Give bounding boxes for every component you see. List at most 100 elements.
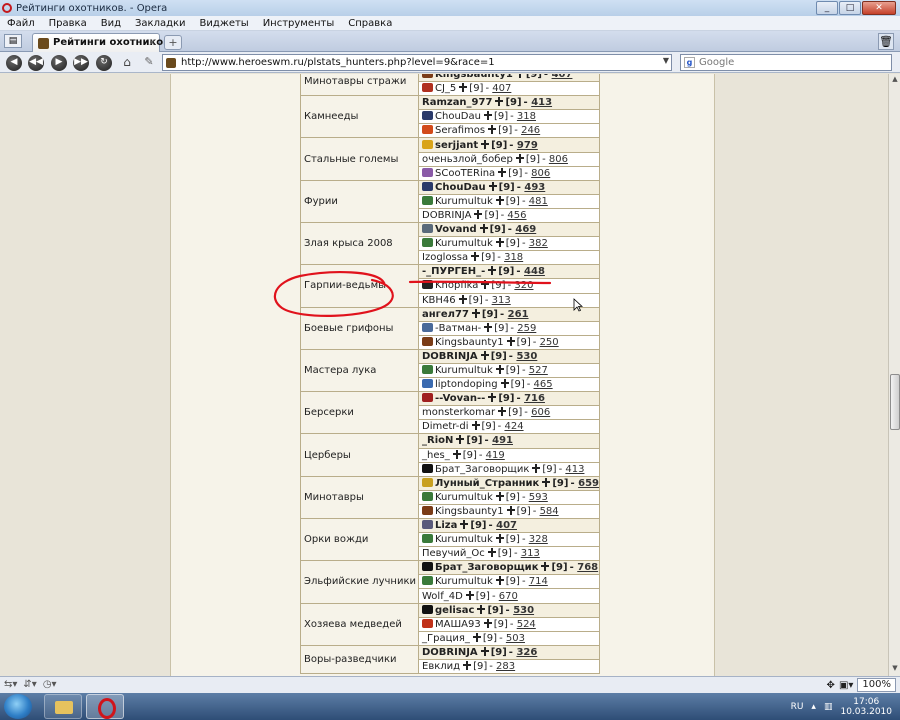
hunter-name[interactable]: --Vovan-- <box>435 393 485 404</box>
hunter-points-link[interactable]: 313 <box>492 295 511 306</box>
hunter-points-link[interactable]: 313 <box>521 548 540 559</box>
hunter-name[interactable]: -_ПУРГЕН_- <box>422 266 485 277</box>
hunter-points-link[interactable]: 261 <box>508 309 529 320</box>
hunter-points-link[interactable]: 465 <box>534 379 553 390</box>
clan-emblem-icon[interactable] <box>422 562 433 572</box>
trash-icon[interactable]: 🗑 <box>878 33 894 50</box>
tab-menu-icon[interactable]: ▤ <box>4 34 22 48</box>
clan-emblem-icon[interactable] <box>422 618 433 628</box>
hunter-points-link[interactable]: 491 <box>492 435 513 446</box>
hunter-name[interactable]: CJ_5 <box>435 83 456 94</box>
hunter-points-link[interactable]: 250 <box>540 337 559 348</box>
hunter-name[interactable]: Kurumultuk <box>435 238 493 249</box>
hunter-name[interactable]: Izoglossa <box>422 252 468 263</box>
hunter-points-link[interactable]: 448 <box>524 266 545 277</box>
network-icon[interactable]: ▥ <box>824 702 833 712</box>
clan-emblem-icon[interactable] <box>422 336 433 346</box>
hunter-name[interactable]: Певучий_Ос <box>422 548 485 559</box>
hunter-points-link[interactable]: 283 <box>496 661 515 672</box>
clan-emblem-icon[interactable] <box>422 491 433 501</box>
hunter-name[interactable]: Kingsbaunty1 <box>435 74 513 80</box>
explorer-taskbar-icon[interactable] <box>44 694 82 719</box>
clan-emblem-icon[interactable] <box>422 379 433 389</box>
close-window-button[interactable]: ✕ <box>862 1 896 15</box>
hunter-name[interactable]: Knopfika <box>435 280 478 291</box>
hunter-points-link[interactable]: 659 <box>578 478 599 489</box>
menu-edit[interactable]: Правка <box>42 18 94 29</box>
clan-emblem-icon[interactable] <box>422 167 433 177</box>
hunter-points-link[interactable]: 259 <box>517 323 536 334</box>
hunter-points-link[interactable]: 593 <box>529 492 548 503</box>
hunter-points-link[interactable]: 714 <box>529 576 548 587</box>
clan-emblem-icon[interactable] <box>422 238 433 248</box>
hunter-name[interactable]: Брат_Заговорщик <box>435 562 538 573</box>
hunter-name[interactable]: SCooTERina <box>435 168 495 179</box>
menu-view[interactable]: Вид <box>94 18 128 29</box>
hunter-name[interactable]: Liza <box>435 520 457 531</box>
hunter-name[interactable]: Vovand <box>435 224 477 235</box>
hunter-points-link[interactable]: 456 <box>507 210 526 221</box>
clan-emblem-icon[interactable] <box>422 139 433 149</box>
hunter-points-link[interactable]: 413 <box>565 464 584 475</box>
vertical-scrollbar[interactable]: ▲ ▼ <box>888 74 900 676</box>
hunter-points-link[interactable]: 493 <box>524 182 545 193</box>
wand-icon[interactable]: ✎ <box>141 55 157 70</box>
hunter-points-link[interactable]: 806 <box>549 154 568 165</box>
hunter-points-link[interactable]: 469 <box>515 224 536 235</box>
hunter-points-link[interactable]: 328 <box>529 534 548 545</box>
hunter-name[interactable]: Kurumultuk <box>435 576 493 587</box>
hunter-points-link[interactable]: 606 <box>531 407 550 418</box>
clan-emblem-icon[interactable] <box>422 224 433 234</box>
fast-forward-icon[interactable]: ▶▶ <box>73 55 89 71</box>
hunter-name[interactable]: -Ватман- <box>435 323 481 334</box>
scroll-down-icon[interactable]: ▼ <box>890 664 900 675</box>
hunter-name[interactable]: Лунный_Странник <box>435 478 539 489</box>
zoom-level[interactable]: 100% <box>857 678 896 692</box>
hunter-name[interactable]: Евклид <box>422 661 460 672</box>
hunter-name[interactable]: Kurumultuk <box>435 196 493 207</box>
hunter-points-link[interactable]: 407 <box>552 74 573 80</box>
hunter-points-link[interactable]: 670 <box>499 591 518 602</box>
home-icon[interactable]: ⌂ <box>119 55 135 70</box>
hunter-name[interactable]: KBH46 <box>422 295 456 306</box>
clan-emblem-icon[interactable] <box>422 520 433 530</box>
clan-emblem-icon[interactable] <box>422 604 433 614</box>
hunter-name[interactable]: Kurumultuk <box>435 365 493 376</box>
clan-emblem-icon[interactable] <box>422 74 433 79</box>
hunter-points-link[interactable]: 246 <box>521 125 540 136</box>
tab-close-icon[interactable]: x <box>149 37 155 48</box>
view-mode-icon[interactable]: ▣▾ <box>839 680 853 691</box>
maximize-button[interactable]: □ <box>839 1 861 15</box>
forward-icon[interactable]: ▶ <box>51 55 67 71</box>
hunter-name[interactable]: Ramzan_977 <box>422 97 492 108</box>
clan-emblem-icon[interactable] <box>422 463 433 473</box>
panel-toggle-icon[interactable]: ⇆▾ <box>4 679 17 690</box>
hunter-points-link[interactable]: 318 <box>504 252 523 263</box>
hunter-points-link[interactable]: 326 <box>516 647 537 658</box>
new-tab-icon[interactable]: + <box>164 35 182 50</box>
hunter-name[interactable]: Dimetr-di <box>422 421 469 432</box>
turbo-icon[interactable]: ◷▾ <box>43 679 57 690</box>
chevron-down-icon[interactable]: ▼ <box>663 56 669 65</box>
hunter-points-link[interactable]: 424 <box>504 421 523 432</box>
rewind-icon[interactable]: ◀◀ <box>28 55 44 71</box>
reload-icon[interactable]: ↻ <box>96 55 112 71</box>
start-button[interactable] <box>4 694 32 719</box>
menu-tools[interactable]: Инструменты <box>256 18 342 29</box>
hunter-name[interactable]: ChouDau <box>435 111 481 122</box>
hunter-name[interactable]: _hes_ <box>422 450 450 461</box>
scroll-up-icon[interactable]: ▲ <box>890 75 900 86</box>
tab-hunter-ratings[interactable]: Рейтинги охотников. x <box>32 33 173 52</box>
clan-emblem-icon[interactable] <box>422 195 433 205</box>
clan-emblem-icon[interactable] <box>422 534 433 544</box>
hunter-name[interactable]: Wolf_4D <box>422 591 463 602</box>
clan-emblem-icon[interactable] <box>422 365 433 375</box>
hunter-name[interactable]: _Грация_ <box>422 633 470 644</box>
hunter-name[interactable]: _RioN <box>422 435 453 446</box>
hunter-points-link[interactable]: 407 <box>496 520 517 531</box>
hunter-name[interactable]: monsterkomar <box>422 407 495 418</box>
hunter-points-link[interactable]: 503 <box>506 633 525 644</box>
clan-emblem-icon[interactable] <box>422 505 433 515</box>
hunter-name[interactable]: DOBRINJA <box>422 647 478 658</box>
hunter-name[interactable]: Kurumultuk <box>435 492 493 503</box>
